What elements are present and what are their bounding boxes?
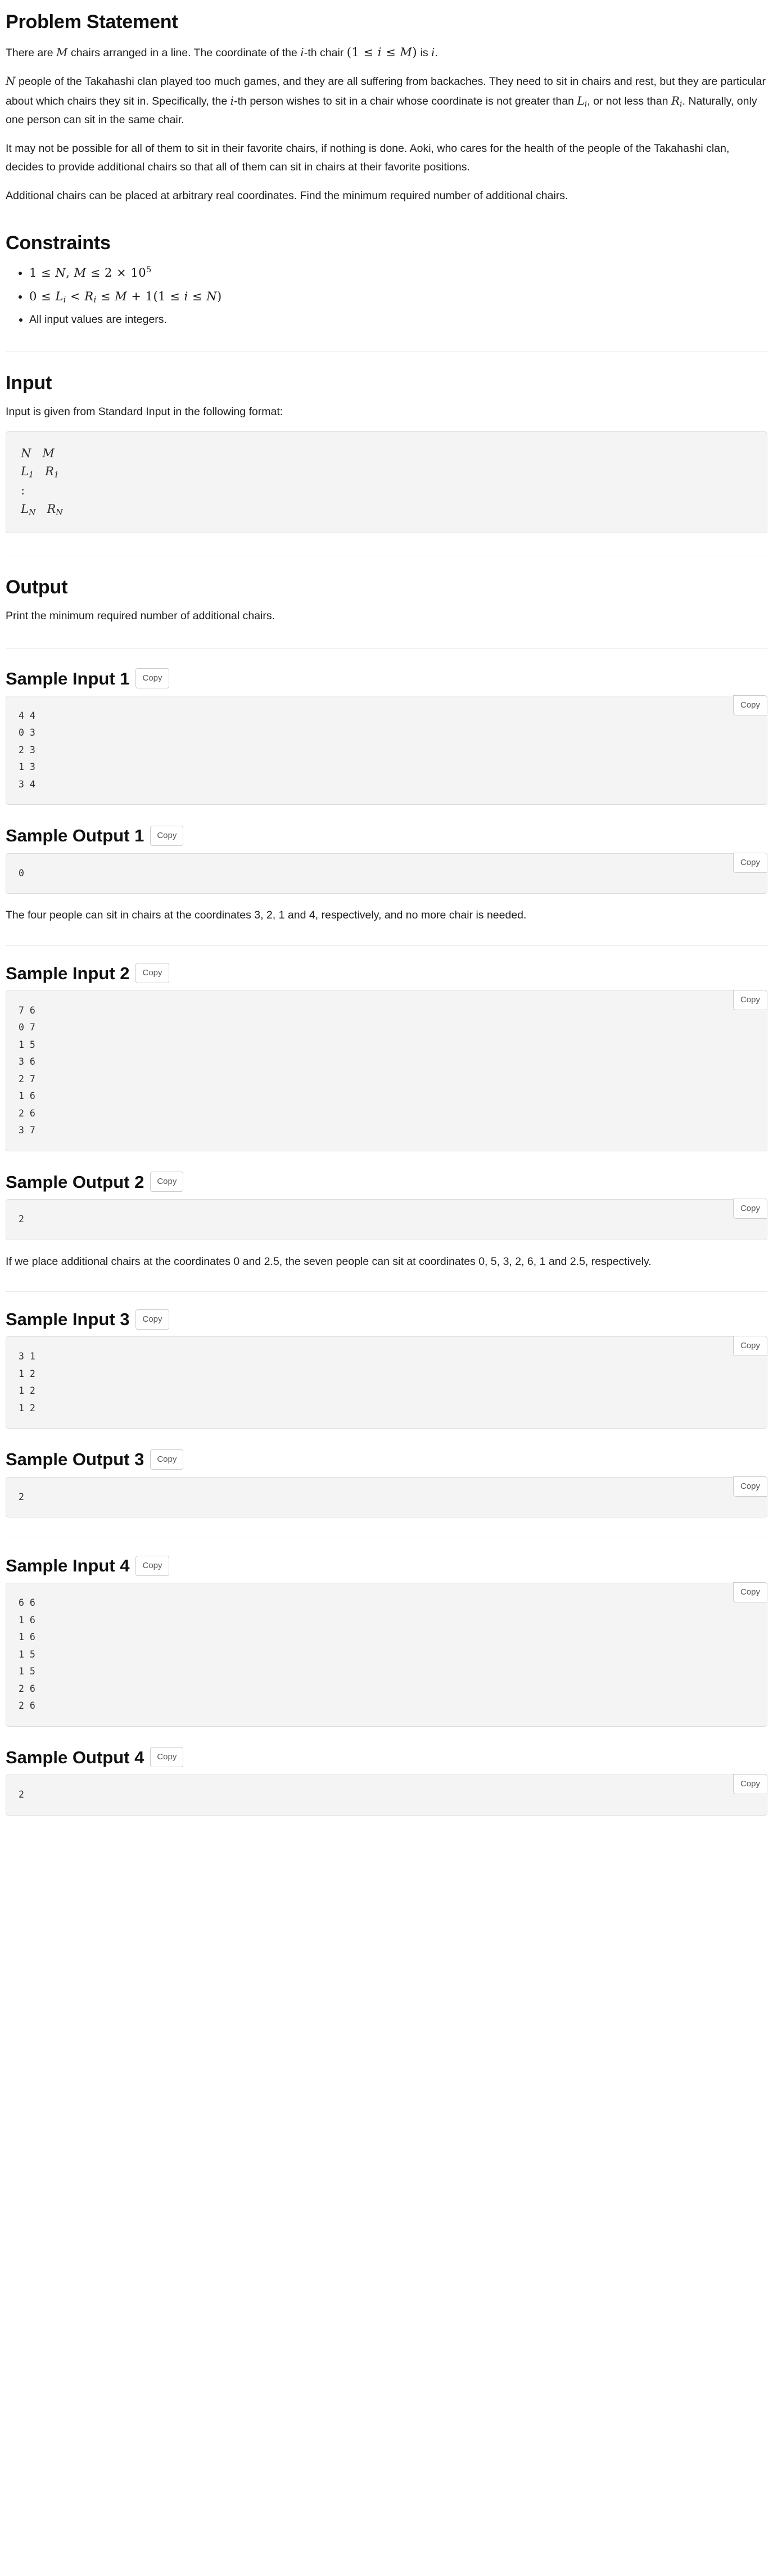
copy-sample-input-3-heading-button[interactable]: Copy — [135, 1309, 169, 1330]
copy-sample-input-1-button[interactable]: Copy — [733, 695, 767, 715]
copy-sample-output-3-heading-button[interactable]: Copy — [150, 1449, 184, 1470]
sample-output-2-title: Sample Output 2 — [6, 1172, 144, 1192]
sample-2-output-section: Sample Output 2 Copy Copy 2 If we place … — [6, 1172, 767, 1271]
sample-output-1-block: Copy 0 — [6, 852, 767, 894]
sample-input-4-heading: Sample Input 4 Copy — [6, 1555, 767, 1576]
sample-input-2-code: 7 6 0 7 1 5 3 6 2 7 1 6 2 6 3 7 — [6, 990, 767, 1151]
constraint-item-2: 0 ≤ Li < Ri ≤ M + 1(1 ≤ i ≤ N) — [29, 287, 767, 307]
constraints-list: 1 ≤ N, M ≤ 2 × 105 0 ≤ Li < Ri ≤ M + 1(1… — [6, 263, 767, 329]
sample-input-2-block: Copy 7 6 0 7 1 5 3 6 2 7 1 6 2 6 3 7 — [6, 989, 767, 1151]
sample-input-4-block: Copy 6 6 1 6 1 6 1 5 1 5 2 6 2 6 — [6, 1582, 767, 1727]
output-text: Print the minimum required number of add… — [6, 610, 275, 623]
sample-output-1-title: Sample Output 1 — [6, 826, 144, 846]
copy-sample-input-2-heading-button[interactable]: Copy — [135, 963, 169, 984]
sample-input-2-title: Sample Input 2 — [6, 963, 130, 983]
divider-sample2-sample3 — [6, 1291, 767, 1292]
copy-sample-output-2-heading-button[interactable]: Copy — [150, 1172, 184, 1192]
sample-output-3-heading: Sample Output 3 Copy — [6, 1449, 767, 1470]
sample-output-1-code: 0 — [6, 853, 767, 894]
copy-sample-input-1-heading-button[interactable]: Copy — [135, 668, 169, 689]
copy-sample-output-4-button[interactable]: Copy — [733, 1774, 767, 1795]
output-section: Output Print the minimum required number… — [6, 575, 767, 626]
problem-statement-section: Problem Statement There are M chairs arr… — [6, 10, 767, 205]
problem-paragraph-1: There are M chairs arranged in a line. T… — [6, 45, 439, 59]
copy-sample-output-3-button[interactable]: Copy — [733, 1476, 767, 1497]
copy-sample-output-2-button[interactable]: Copy — [733, 1199, 767, 1219]
sample-2-explanation: If we place additional chairs at the coo… — [6, 1255, 652, 1268]
sample-input-3-title: Sample Input 3 — [6, 1309, 130, 1330]
sample-output-4-heading: Sample Output 4 Copy — [6, 1747, 767, 1768]
copy-sample-input-4-button[interactable]: Copy — [733, 1582, 767, 1603]
sample-input-1-block: Copy 4 4 0 3 2 3 1 3 3 4 — [6, 695, 767, 805]
sample-4-output-section: Sample Output 4 Copy Copy 2 — [6, 1747, 767, 1816]
sample-input-3-code: 3 1 1 2 1 2 1 2 — [6, 1336, 767, 1429]
sample-2-input-section: Sample Input 2 Copy Copy 7 6 0 7 1 5 3 6… — [6, 963, 767, 1151]
sample-1-output-section: Sample Output 1 Copy Copy 0 The four peo… — [6, 825, 767, 925]
copy-sample-output-1-heading-button[interactable]: Copy — [150, 825, 184, 846]
input-section: Input Input is given from Standard Input… — [6, 371, 767, 533]
sample-input-4-title: Sample Input 4 — [6, 1556, 130, 1576]
input-heading: Input — [6, 372, 52, 394]
sample-output-3-title: Sample Output 3 — [6, 1449, 144, 1470]
constraints-heading: Constraints — [6, 232, 111, 254]
sample-input-1-heading: Sample Input 1 Copy — [6, 668, 767, 689]
sample-input-1-code: 4 4 0 3 2 3 1 3 3 4 — [6, 695, 767, 805]
input-format-block: N M L1 R1 : LN RN — [6, 431, 767, 533]
divider-output-sample1 — [6, 648, 767, 649]
sample-output-4-block: Copy 2 — [6, 1774, 767, 1816]
sample-3-output-section: Sample Output 3 Copy Copy 2 — [6, 1449, 767, 1518]
output-heading: Output — [6, 576, 68, 598]
copy-sample-input-2-button[interactable]: Copy — [733, 989, 767, 1010]
sample-4-input-section: Sample Input 4 Copy Copy 6 6 1 6 1 6 1 5… — [6, 1555, 767, 1727]
copy-sample-input-4-heading-button[interactable]: Copy — [135, 1555, 169, 1576]
divider-sample1-sample2 — [6, 945, 767, 946]
sample-output-4-code: 2 — [6, 1775, 767, 1816]
input-format-code: N M L1 R1 : LN RN — [6, 431, 767, 533]
input-intro-text: Input is given from Standard Input in th… — [6, 406, 283, 418]
sample-input-1-title: Sample Input 1 — [6, 668, 130, 688]
problem-paragraph-3: It may not be possible for all of them t… — [6, 142, 730, 174]
sample-output-2-code: 2 — [6, 1199, 767, 1240]
problem-paragraph-4: Additional chairs can be placed at arbit… — [6, 189, 568, 202]
sample-output-3-code: 2 — [6, 1476, 767, 1518]
sample-input-2-heading: Sample Input 2 Copy — [6, 963, 767, 984]
sample-input-3-block: Copy 3 1 1 2 1 2 1 2 — [6, 1336, 767, 1429]
sample-input-3-heading: Sample Input 3 Copy — [6, 1309, 767, 1330]
sample-output-1-heading: Sample Output 1 Copy — [6, 825, 767, 846]
sample-1-input-section: Sample Input 1 Copy Copy 4 4 0 3 2 3 1 3… — [6, 668, 767, 805]
sample-output-2-heading: Sample Output 2 Copy — [6, 1172, 767, 1192]
sample-output-2-block: Copy 2 — [6, 1199, 767, 1240]
page-title: Problem Statement — [6, 11, 178, 33]
problem-paragraph-2: N people of the Takahashi clan played to… — [6, 75, 766, 127]
constraint-item-3: All input values are integers. — [29, 310, 767, 329]
constraints-section: Constraints 1 ≤ N, M ≤ 2 × 105 0 ≤ Li < … — [6, 231, 767, 328]
sample-input-4-code: 6 6 1 6 1 6 1 5 1 5 2 6 2 6 — [6, 1583, 767, 1727]
sample-3-input-section: Sample Input 3 Copy Copy 3 1 1 2 1 2 1 2 — [6, 1309, 767, 1429]
copy-sample-input-3-button[interactable]: Copy — [733, 1336, 767, 1357]
sample-output-4-title: Sample Output 4 — [6, 1747, 144, 1767]
copy-sample-output-4-heading-button[interactable]: Copy — [150, 1747, 184, 1768]
sample-1-explanation: The four people can sit in chairs at the… — [6, 909, 527, 922]
copy-sample-output-1-button[interactable]: Copy — [733, 852, 767, 873]
constraint-item-1: 1 ≤ N, M ≤ 2 × 105 — [29, 263, 767, 283]
sample-output-3-block: Copy 2 — [6, 1476, 767, 1518]
problem-page: Problem Statement There are M chairs arr… — [0, 0, 773, 1840]
